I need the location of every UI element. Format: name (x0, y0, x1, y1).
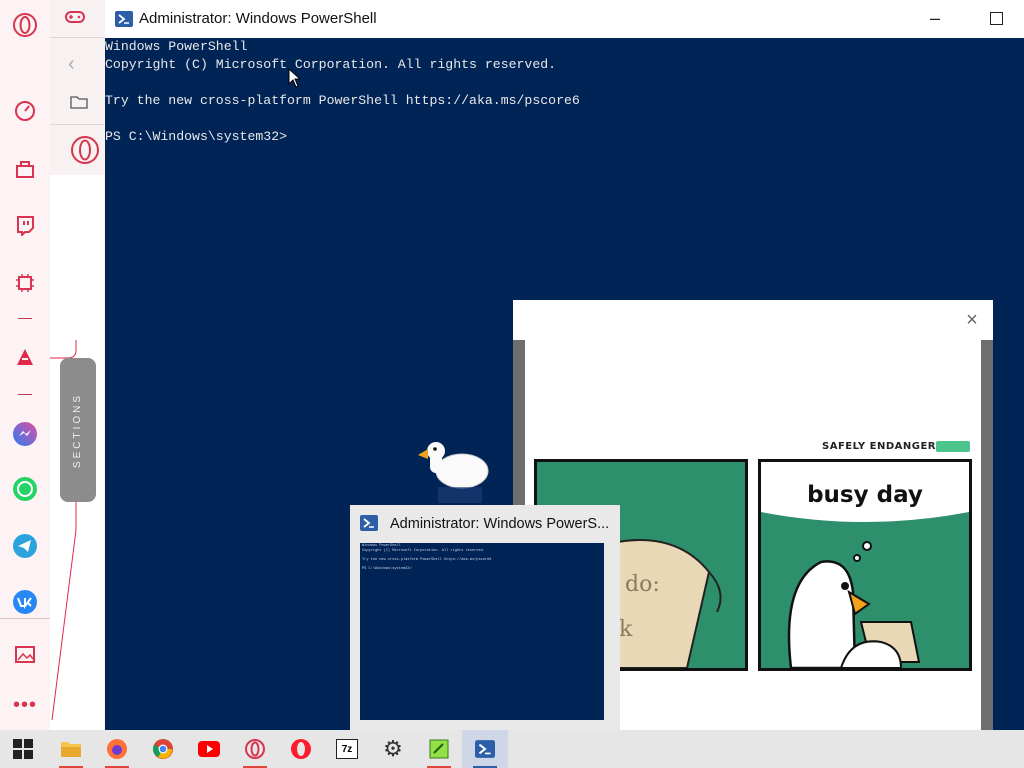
sidebar-divider (18, 394, 32, 395)
opera-panel: ‹ (50, 0, 104, 175)
start-icon (13, 739, 33, 759)
thumbnail-line: Try the new cross-platform PowerShell ht… (362, 558, 492, 562)
opera-logo-icon[interactable] (10, 10, 40, 40)
console-prompt: PS C:\Windows\system32> (105, 129, 288, 144)
mouse-cursor-icon (288, 67, 302, 93)
panel-divider (50, 124, 104, 125)
thumbnail-preview: Windows PowerShell Copyright (C) Microso… (360, 543, 604, 720)
twitch-icon[interactable] (10, 210, 40, 240)
vk-icon[interactable] (10, 587, 40, 617)
comic-panel-2: busy day (758, 459, 972, 671)
7zip-button[interactable]: 7z (324, 730, 370, 768)
viewer-border (981, 340, 993, 768)
messenger-icon[interactable] (10, 419, 40, 449)
shopping-icon[interactable] (10, 154, 40, 184)
aria-icon[interactable] (10, 342, 40, 372)
opera-sidebar: ••• (0, 0, 51, 730)
panel-divider (50, 37, 104, 38)
opera-button[interactable] (278, 730, 324, 768)
notepad-plus-button[interactable] (416, 730, 462, 768)
more-icon[interactable]: ••• (10, 690, 40, 720)
console-line: Try the new cross-platform PowerShell ht… (105, 93, 580, 108)
minimize-button[interactable]: – (930, 8, 940, 29)
start-button[interactable] (0, 730, 46, 768)
comic-header: SAFELY ENDANGERED (822, 441, 953, 452)
settings-button[interactable]: ⚙ (370, 730, 416, 768)
telegram-icon[interactable] (10, 531, 40, 561)
firefox-icon (107, 739, 127, 759)
opera-gx-icon (245, 739, 265, 759)
comic-panel-text: busy day (807, 482, 923, 508)
gallery-icon[interactable] (10, 639, 40, 669)
sidebar-divider (18, 318, 32, 319)
opera-icon (291, 739, 311, 759)
7zip-icon: 7z (336, 739, 358, 759)
console-line: Copyright (C) Microsoft Corporation. All… (105, 57, 557, 72)
sections-tab[interactable]: SECTIONS (60, 358, 96, 502)
comic-panel-text: k (619, 617, 633, 642)
chrome-icon (153, 739, 173, 759)
youtube-button[interactable] (186, 730, 232, 768)
powershell-icon (475, 740, 495, 758)
comic-badge (936, 441, 970, 452)
file-explorer-icon (61, 742, 81, 757)
opera-gx-button[interactable] (232, 730, 278, 768)
powershell-icon (360, 515, 378, 536)
thumbnail-line: Copyright (C) Microsoft Corporation. All… (362, 549, 485, 553)
goose-sprite[interactable] (416, 437, 492, 510)
folder-icon[interactable] (70, 94, 88, 115)
powershell-title: Administrator: Windows PowerShell (139, 10, 377, 27)
close-icon[interactable]: × (962, 309, 982, 331)
settings-icon: ⚙ (383, 736, 403, 761)
crypto-wallet-icon[interactable] (10, 268, 40, 298)
powershell-icon (115, 11, 133, 32)
thumbnail-line: Windows PowerShell (362, 544, 401, 548)
youtube-icon (198, 741, 220, 757)
file-explorer-button[interactable] (48, 730, 94, 768)
notepad-plus-icon (429, 739, 449, 759)
sidebar-divider (0, 618, 50, 619)
thumbnail-title: Administrator: Windows PowerS... (390, 516, 610, 532)
powershell-taskbar-button[interactable] (462, 730, 508, 768)
speed-dial-icon[interactable] (10, 96, 40, 126)
chrome-button[interactable] (140, 730, 186, 768)
sections-label: SECTIONS (72, 392, 84, 468)
thumbnail-line: PS C:\Windows\system32> (362, 567, 412, 571)
gamepad-icon[interactable] (64, 8, 86, 31)
back-arrow-icon[interactable]: ‹ (68, 53, 75, 76)
firefox-button[interactable] (94, 730, 140, 768)
console-line: Windows PowerShell (105, 39, 248, 54)
comic-panel-text: do: (625, 572, 660, 597)
opera-logo-icon[interactable] (70, 135, 100, 170)
whatsapp-icon[interactable] (10, 474, 40, 504)
maximize-button[interactable] (990, 12, 1003, 25)
